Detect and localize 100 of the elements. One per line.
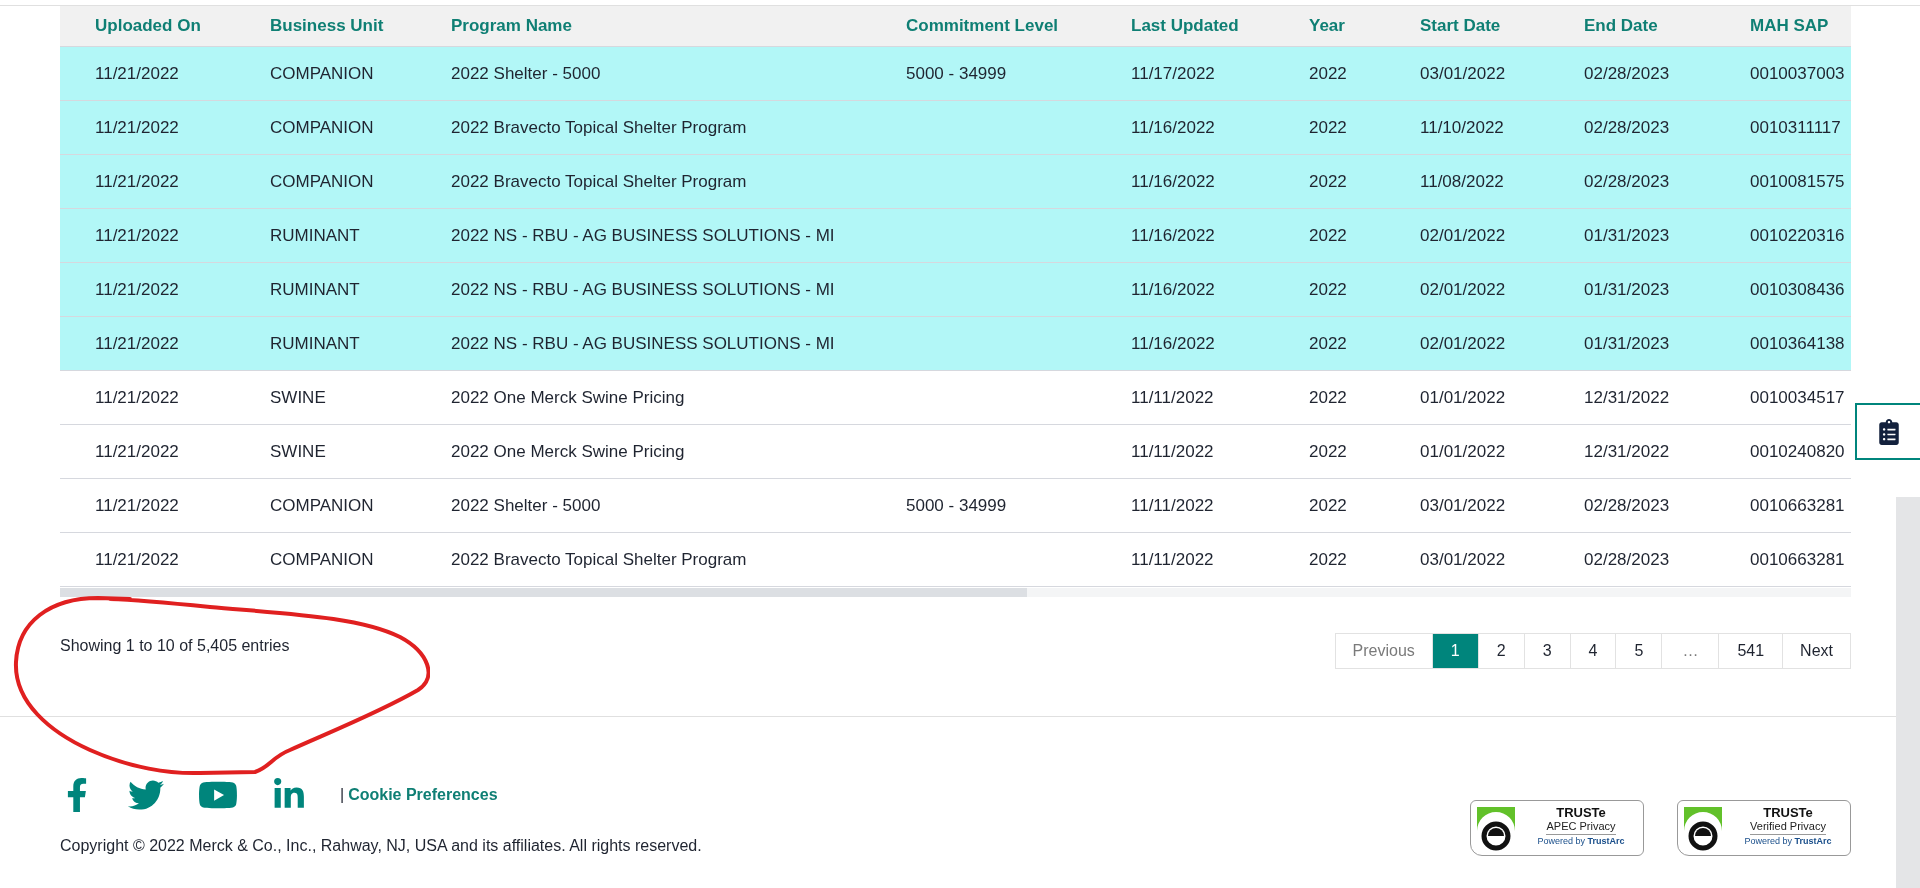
table-cell-text: 11/16/2022	[1130, 333, 1216, 354]
table-cell-text: 2022 Shelter - 5000	[450, 63, 602, 84]
table-cell-text: 11/11/2022	[1130, 387, 1215, 408]
copyright-text: Copyright © 2022 Merck & Co., Inc., Rahway, NJ, USA and its affiliates. All rights reserved.	[60, 837, 702, 855]
column-header[interactable]: Start Date	[1385, 16, 1549, 36]
table-cell-text: SWINE	[269, 441, 327, 462]
seal-powered-by: Powered by TrustArc	[1537, 835, 1625, 847]
table-cell-text: 11/16/2022	[1130, 279, 1216, 300]
table-cell-text: 0010308436	[1749, 279, 1846, 300]
table-cell-text: 11/17/2022	[1130, 63, 1216, 84]
table-cell-text: 02/28/2023	[1583, 117, 1671, 138]
table-cell-text: 02/28/2023	[1583, 171, 1671, 192]
table-cell-text: 2022 Bravecto Topical Shelter Program	[450, 549, 748, 570]
table-cell-text: 5000 - 34999	[905, 495, 1008, 516]
column-header[interactable]: End Date	[1549, 16, 1715, 36]
table-cell-text: 2022	[1308, 387, 1348, 408]
column-header[interactable]: Business Unit	[235, 16, 416, 36]
column-header[interactable]: Program Name	[416, 16, 871, 36]
horizontal-scrollbar[interactable]	[60, 588, 1851, 597]
table-cell-text: COMPANION	[269, 495, 375, 516]
table-cell-text: 03/01/2022	[1419, 495, 1507, 516]
table-cell-text: 2022	[1308, 117, 1348, 138]
table-cell-text: 11/21/2022	[94, 495, 180, 516]
clipboard-button[interactable]	[1855, 403, 1920, 460]
table-cell-text: 2022 NS - RBU - AG BUSINESS SOLUTIONS - MI	[450, 279, 836, 300]
seal-powered-by: Powered by TrustArc	[1744, 835, 1832, 847]
table-cell-text: 11/08/2022	[1419, 171, 1505, 192]
table-cell-text: 11/11/2022	[1130, 495, 1215, 516]
table-cell-text: 11/10/2022	[1419, 117, 1505, 138]
table-cell-text: 01/01/2022	[1419, 441, 1507, 462]
table-cell-text: 11/21/2022	[94, 171, 180, 192]
table-cell-text: 2022 One Merck Swine Pricing	[450, 441, 686, 462]
table-cell-text: 11/16/2022	[1130, 171, 1216, 192]
table-cell-text: 01/01/2022	[1419, 387, 1507, 408]
table-cell-text: 11/21/2022	[94, 333, 180, 354]
page-button[interactable]: 1	[1431, 634, 1478, 668]
vertical-scrollbar[interactable]	[1896, 497, 1920, 888]
table-cell-text: 11/21/2022	[94, 117, 180, 138]
table-cell-text: 0010034517	[1749, 387, 1846, 408]
table-cell-text: 12/31/2022	[1583, 387, 1671, 408]
table-cell-text: 0010663281	[1749, 549, 1846, 570]
cookie-preferences-link[interactable]: Cookie Preferences	[348, 786, 498, 804]
column-header[interactable]: Last Updated	[1096, 16, 1274, 36]
privacy-seal[interactable]: TRUSTe APEC Privacy Powered by TrustArc	[1470, 800, 1644, 856]
table-cell-text: 0010081575	[1749, 171, 1846, 192]
table-cell-text: 01/31/2023	[1583, 333, 1671, 354]
table-cell-text: 2022	[1308, 171, 1348, 192]
table-cell-text: 0010364138	[1749, 333, 1846, 354]
table-cell-text: 2022 Shelter - 5000	[450, 495, 602, 516]
twitter-icon[interactable]	[128, 777, 164, 813]
table-cell-text: 11/16/2022	[1130, 117, 1216, 138]
table-cell-text: 0010240820	[1749, 441, 1846, 462]
column-header[interactable]: Commitment Level	[871, 16, 1096, 36]
table-cell-text: 12/31/2022	[1583, 441, 1671, 462]
table-cell-text: 11/21/2022	[94, 63, 180, 84]
table-cell-text: SWINE	[269, 387, 327, 408]
privacy-seal[interactable]: TRUSTe Verified Privacy Powered by TrustArc	[1677, 800, 1851, 856]
table-cell-text: 11/11/2022	[1130, 549, 1215, 570]
table-cell-text: 0010220316	[1749, 225, 1846, 246]
table-cell-text: 02/01/2022	[1419, 225, 1507, 246]
table-cell-text: 11/21/2022	[94, 441, 180, 462]
column-header[interactable]: Year	[1274, 16, 1385, 36]
table-cell-text: 5000 - 34999	[905, 63, 1008, 84]
table-cell-text: 2022 Bravecto Topical Shelter Program	[450, 117, 748, 138]
table-cell-text: 2022	[1308, 225, 1348, 246]
table-cell-text: RUMINANT	[269, 279, 361, 300]
table-cell-text: 03/01/2022	[1419, 63, 1507, 84]
table-cell-text: 0010311117	[1749, 117, 1842, 138]
table-cell-text: 2022 NS - RBU - AG BUSINESS SOLUTIONS - MI	[450, 225, 836, 246]
table-cell-text: COMPANION	[269, 171, 375, 192]
table-cell-text: 0010037003	[1749, 63, 1846, 84]
seal-subtitle: APEC Privacy	[1546, 820, 1616, 835]
table-cell-text: 01/31/2023	[1583, 279, 1671, 300]
table-cell-text: 2022	[1308, 279, 1348, 300]
entries-info: Showing 1 to 10 of 5,405 entries	[60, 637, 290, 655]
table-cell-text: 2022 One Merck Swine Pricing	[450, 387, 686, 408]
table-cell-text: 2022	[1308, 495, 1348, 516]
seal-title: TRUSTe	[1763, 805, 1813, 820]
table-cell-text: 11/11/2022	[1130, 441, 1215, 462]
table-cell-text: 02/28/2023	[1583, 495, 1671, 516]
column-header[interactable]: MAH SAP	[1715, 16, 1851, 36]
table-cell-text: 2022 Bravecto Topical Shelter Program	[450, 171, 748, 192]
seal-subtitle: Verified Privacy	[1750, 820, 1826, 835]
column-header[interactable]: Uploaded On	[60, 16, 235, 36]
table-cell-text: 2022	[1308, 549, 1348, 570]
table-cell-text: 2022	[1308, 333, 1348, 354]
table-cell-text: 11/21/2022	[94, 225, 180, 246]
table-cell-text: 01/31/2023	[1583, 225, 1671, 246]
table-cell-text: 11/21/2022	[94, 279, 180, 300]
table-cell-text: 2022 NS - RBU - AG BUSINESS SOLUTIONS - MI	[450, 333, 836, 354]
table-cell-text: 11/21/2022	[94, 387, 180, 408]
table-cell-text: 02/01/2022	[1419, 333, 1507, 354]
table-cell-text: COMPANION	[269, 63, 375, 84]
table-cell-text: RUMINANT	[269, 225, 361, 246]
table-cell-text: 03/01/2022	[1419, 549, 1507, 570]
scrollbar-thumb[interactable]	[60, 588, 1028, 597]
table-cell-text: 11/16/2022	[1130, 225, 1216, 246]
table-cell-text: 2022	[1308, 63, 1348, 84]
table-cell-text: 02/28/2023	[1583, 63, 1671, 84]
table-cell-text: 2022	[1308, 441, 1348, 462]
